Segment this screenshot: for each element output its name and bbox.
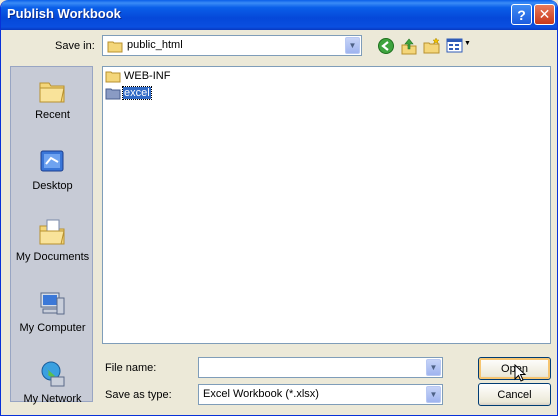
save-in-label: Save in: (55, 40, 95, 52)
views-dropdown-arrow-icon: ▼ (464, 40, 471, 47)
place-my-documents[interactable]: My Documents (11, 209, 94, 280)
cancel-button-label: Cancel (497, 388, 532, 401)
cancel-button[interactable]: Cancel (478, 383, 551, 406)
dialog-title: Publish Workbook (7, 6, 121, 21)
file-name: WEB-INF (124, 70, 171, 82)
views-icon (446, 38, 463, 53)
my-network-icon (41, 361, 65, 387)
file-list[interactable]: WEB-INF excel (102, 66, 551, 344)
list-item[interactable]: excel (105, 85, 152, 101)
back-icon[interactable] (377, 37, 395, 55)
file-name-label: File name: (105, 362, 157, 374)
place-recent[interactable]: Recent (11, 67, 94, 138)
save-in-dropdown[interactable]: public_html ▼ (102, 35, 362, 56)
file-name-field[interactable]: ▼ (198, 357, 443, 378)
folder-icon (105, 71, 121, 83)
publish-workbook-dialog: Publish Workbook ? ✕ Save in: public_htm… (0, 0, 558, 416)
up-folder-icon[interactable] (400, 37, 418, 55)
chevron-down-icon[interactable]: ▼ (345, 37, 360, 54)
place-my-documents-label: My Documents (15, 251, 90, 263)
place-recent-label: Recent (35, 109, 70, 121)
views-menu-button[interactable]: ▼ (446, 37, 472, 55)
title-bar[interactable]: Publish Workbook ? ✕ (1, 0, 557, 30)
mouse-cursor-icon (514, 364, 527, 382)
close-button[interactable]: ✕ (534, 4, 555, 25)
place-my-network-label: My Network (23, 393, 82, 405)
place-desktop[interactable]: Desktop (11, 138, 94, 209)
place-desktop-label: Desktop (32, 180, 73, 192)
chevron-down-icon[interactable]: ▼ (426, 359, 441, 376)
place-my-computer-label: My Computer (19, 322, 86, 334)
my-documents-icon (39, 219, 65, 245)
chevron-down-icon[interactable]: ▼ (426, 386, 441, 403)
recent-folder-icon (39, 82, 65, 103)
places-bar: Recent Desktop My Documents My Computer … (10, 66, 94, 405)
desktop-icon (40, 150, 64, 172)
save-as-type-label: Save as type: (105, 389, 172, 401)
help-button[interactable]: ? (511, 4, 532, 25)
place-my-network[interactable]: My Network (11, 351, 94, 415)
new-folder-icon[interactable] (423, 37, 441, 55)
save-as-type-value: Excel Workbook (*.xlsx) (203, 388, 319, 400)
folder-icon (107, 41, 123, 53)
save-in-value: public_html (127, 39, 183, 51)
list-item[interactable]: WEB-INF (105, 68, 171, 84)
place-my-computer[interactable]: My Computer (11, 280, 94, 351)
file-name: excel (122, 86, 152, 100)
my-computer-icon (40, 292, 65, 315)
save-as-type-dropdown[interactable]: Excel Workbook (*.xlsx) ▼ (198, 384, 443, 405)
folder-icon (105, 88, 121, 100)
close-icon: ✕ (538, 6, 551, 22)
help-icon: ? (517, 6, 526, 23)
